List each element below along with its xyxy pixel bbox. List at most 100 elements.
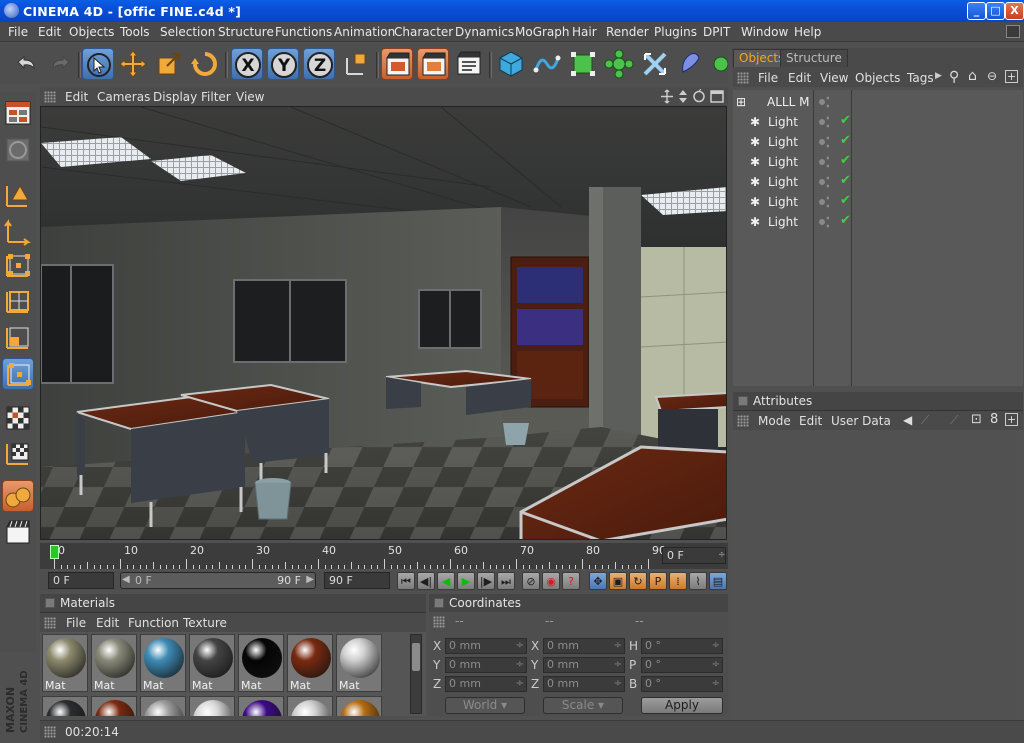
material-swatch[interactable] [336, 696, 382, 716]
next-key-icon[interactable]: |▶ [477, 572, 495, 590]
menu-dynamics[interactable]: Dynamics [455, 25, 514, 39]
menu-functions[interactable]: Functions [275, 25, 332, 39]
world-dropdown[interactable]: World ▾ [445, 697, 525, 714]
material-swatch[interactable]: Mat [336, 634, 382, 692]
material-swatch[interactable]: Mat [238, 634, 284, 692]
spline-icon[interactable] [531, 48, 563, 80]
menu-mograph[interactable]: MoGraph [515, 25, 570, 39]
scene-icon[interactable] [675, 48, 707, 80]
scale-dropdown[interactable]: Scale ▾ [543, 697, 623, 714]
keyframe-help-icon[interactable]: ? [562, 572, 580, 590]
visibility-dots-icon[interactable] [819, 115, 829, 129]
object-name[interactable]: Light [768, 155, 798, 169]
material-swatch[interactable]: Mat [91, 634, 137, 692]
menu-file[interactable]: File [8, 25, 28, 39]
visibility-dots-icon[interactable] [819, 155, 829, 169]
enabled-check-icon[interactable]: ✔ [840, 133, 851, 148]
more-arrow-icon[interactable]: ▶ [935, 71, 942, 81]
materials-scrollbar[interactable] [410, 634, 422, 714]
menu-animation[interactable]: Animation [334, 25, 395, 39]
home-icon[interactable]: ⌂ [968, 68, 977, 84]
end-frame-field[interactable]: 90 F [324, 572, 390, 589]
objects-menu-tags[interactable]: Tags [907, 71, 934, 85]
materials-menu-edit[interactable]: Edit [96, 616, 119, 630]
position-x-field[interactable]: 0 mm [445, 638, 527, 654]
scheme-icon[interactable]: ▤ [709, 572, 727, 590]
material-swatch[interactable]: Mat [287, 634, 333, 692]
goto-end-icon[interactable]: ⏭ [497, 572, 515, 590]
move-icon[interactable] [117, 48, 149, 80]
timeline-mode-icon[interactable] [2, 516, 34, 548]
object-name[interactable]: Light [768, 195, 798, 209]
material-swatch[interactable]: Mat [42, 634, 88, 692]
render-picture-icon[interactable] [417, 48, 449, 80]
enabled-check-icon[interactable]: ✔ [840, 213, 851, 228]
position-y-field[interactable]: 0 mm [445, 657, 527, 673]
use-model-icon[interactable] [2, 178, 34, 210]
key-pla-icon[interactable]: ⁞ [669, 572, 687, 590]
play-forward-icon[interactable]: ▶ [457, 572, 475, 590]
object-name[interactable]: Light [768, 215, 798, 229]
visibility-dots-icon[interactable] [819, 95, 829, 109]
material-swatch[interactable] [140, 696, 186, 716]
polygons-mode-icon[interactable] [2, 322, 34, 354]
texture-mode-icon[interactable] [2, 402, 34, 434]
goto-start-icon[interactable]: ⏮ [397, 572, 415, 590]
rotation-p-field[interactable]: 0 ° [641, 657, 723, 673]
viewport-layout-icon[interactable] [2, 97, 34, 129]
maximize-button[interactable]: □ [986, 2, 1005, 20]
close-button[interactable]: X [1005, 2, 1024, 20]
layout-corner-icon[interactable] [1006, 25, 1020, 38]
visibility-dots-icon[interactable] [819, 135, 829, 149]
coord-system-icon[interactable] [341, 48, 373, 80]
points-mode-icon[interactable] [2, 250, 34, 282]
link-icon[interactable]: 8 [990, 412, 998, 427]
array-icon[interactable] [603, 48, 635, 80]
menu-structure[interactable]: Structure [218, 25, 274, 39]
model-mode-icon[interactable] [2, 358, 34, 390]
keyframe-interp-icon[interactable]: ⌇ [689, 572, 707, 590]
play-backward-icon[interactable]: ◀ [437, 572, 455, 590]
texture-axis-icon[interactable] [2, 438, 34, 470]
menu-hair[interactable]: Hair [572, 25, 597, 39]
enabled-check-icon[interactable]: ✔ [840, 113, 851, 128]
new-window-icon[interactable]: + [1005, 70, 1018, 83]
rotation-b-field[interactable]: 0 ° [641, 676, 723, 692]
menu-window[interactable]: Window [741, 25, 788, 39]
y-axis-icon[interactable]: Y [267, 48, 299, 80]
objects-menu-edit[interactable]: Edit [788, 71, 811, 85]
materials-menu-texture[interactable]: Texture [183, 616, 227, 630]
render-view-icon[interactable] [381, 48, 413, 80]
material-swatch[interactable] [287, 696, 333, 716]
rotate-icon[interactable] [189, 48, 221, 80]
size-x-field[interactable]: 0 mm [543, 638, 625, 654]
size-z-field[interactable]: 0 mm [543, 676, 625, 692]
forward-arrow-icon[interactable]: ⟋ [950, 413, 958, 428]
objects-menu-view[interactable]: View [820, 71, 848, 85]
nurbs-icon[interactable] [567, 48, 599, 80]
sculpt-icon[interactable] [2, 134, 34, 166]
size-y-field[interactable]: 0 mm [543, 657, 625, 673]
viewport-menu-view[interactable]: View [236, 90, 264, 104]
menu-character[interactable]: Character [394, 25, 453, 39]
menu-edit[interactable]: Edit [38, 25, 61, 39]
viewport-menu-cameras[interactable]: Cameras [97, 90, 150, 104]
materials-menu-function[interactable]: Function [128, 616, 179, 630]
deformer-icon[interactable] [639, 48, 671, 80]
object-row[interactable]: ✱ Light ✔ [733, 172, 1023, 192]
3d-viewport[interactable] [40, 106, 727, 540]
visibility-dots-icon[interactable] [819, 215, 829, 229]
rotation-h-field[interactable]: 0 ° [641, 638, 723, 654]
menu-dpit[interactable]: DPIT [703, 25, 730, 39]
current-frame-field[interactable]: 0 F [662, 547, 726, 564]
menu-objects[interactable]: Objects [69, 25, 114, 39]
z-axis-icon[interactable]: Z [303, 48, 335, 80]
eye-icon[interactable]: ⊖ [987, 69, 997, 83]
tab-structure[interactable]: Structure [780, 49, 848, 67]
apply-button[interactable]: Apply [641, 697, 723, 714]
enabled-check-icon[interactable]: ✔ [840, 173, 851, 188]
undo-icon[interactable] [10, 48, 42, 80]
material-swatch[interactable] [42, 696, 88, 716]
material-swatch[interactable] [189, 696, 235, 716]
viewport-menu-display[interactable]: Display [153, 90, 197, 104]
